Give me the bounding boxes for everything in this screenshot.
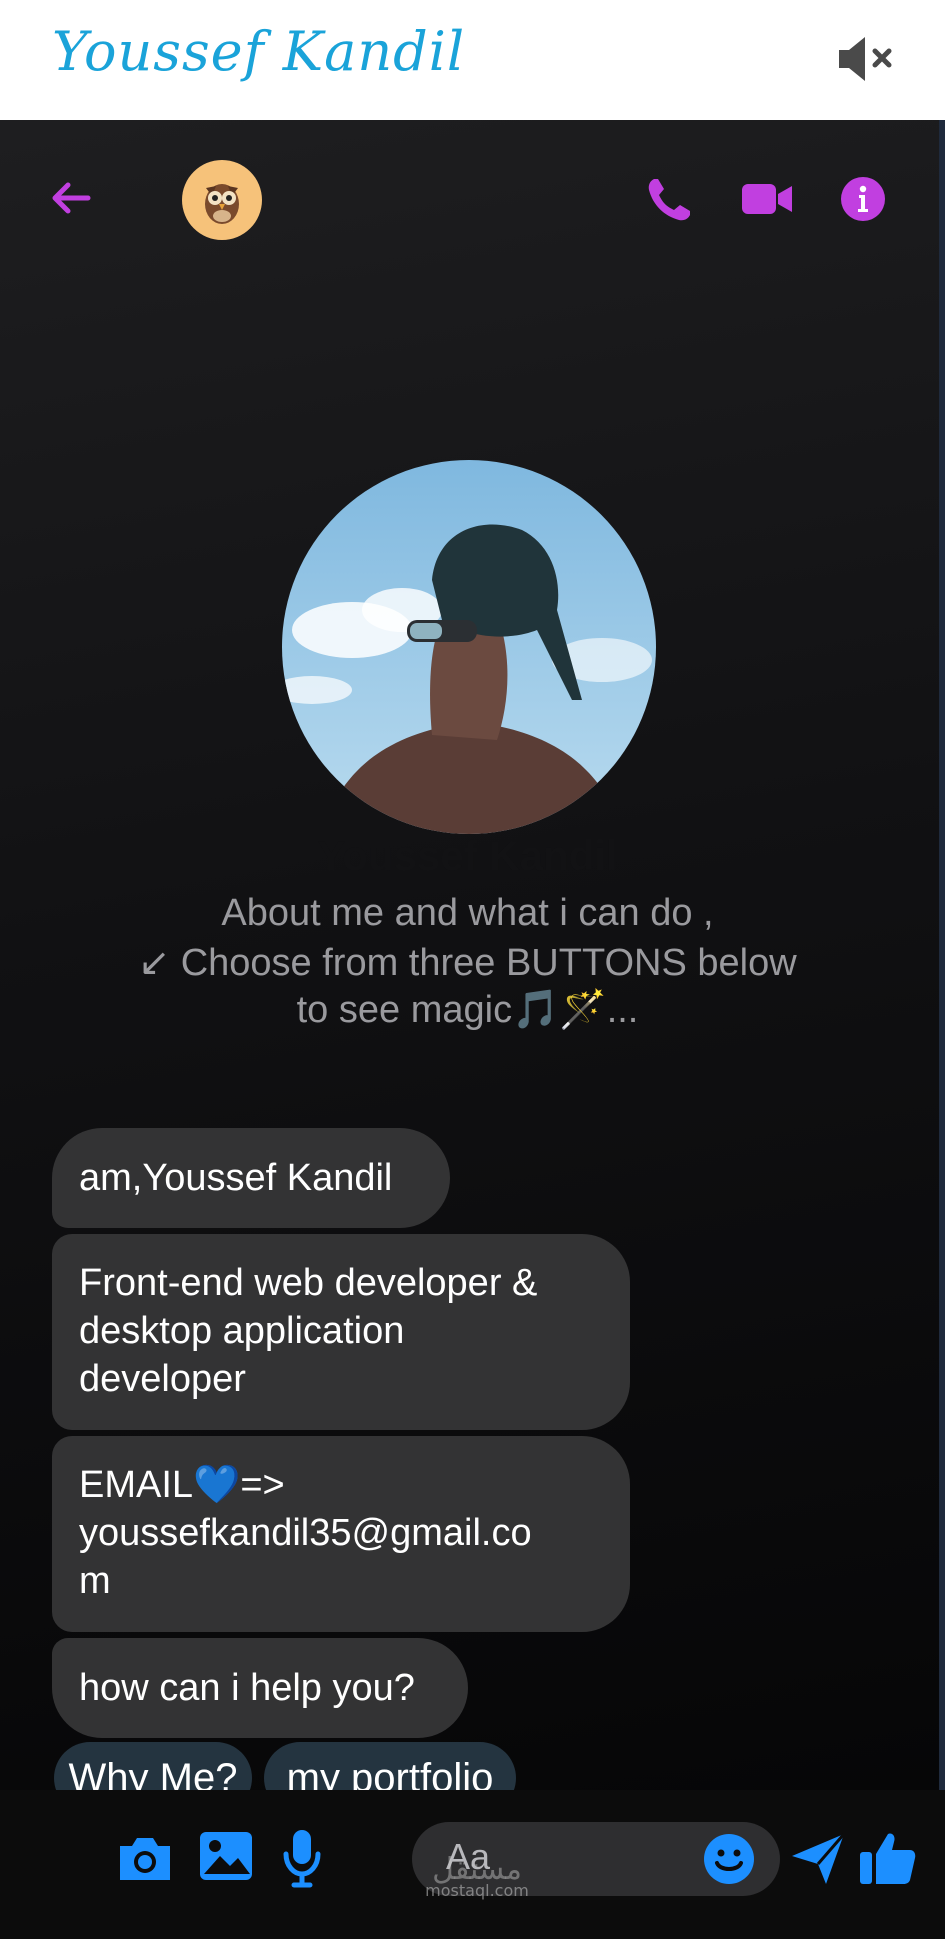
message-text: Front-end web developer &	[79, 1262, 538, 1304]
message-bubble: EMAIL💙=> youssefkandil35@gmail.co m	[52, 1436, 630, 1632]
thumbs-up-icon[interactable]	[858, 1830, 918, 1886]
owl-avatar[interactable]	[182, 160, 262, 240]
intro-line: to see magic🎵🪄...	[296, 989, 639, 1031]
intro-line: ↙ Choose from three BUTTONS below	[138, 942, 797, 984]
top-bar: Youssef Kandil	[0, 0, 945, 120]
message-text: youssefkandil35@gmail.co	[79, 1512, 532, 1554]
message-text: desktop application	[79, 1310, 405, 1352]
message-text: developer	[79, 1358, 246, 1400]
message-text: EMAIL💙=>	[79, 1464, 285, 1506]
camera-icon[interactable]	[116, 1834, 174, 1884]
window-edge	[939, 120, 945, 1939]
watermark-url: mostaql.com	[425, 1881, 529, 1900]
microphone-icon[interactable]	[282, 1828, 322, 1888]
intro-line: About me and what i can do ,	[221, 892, 714, 934]
message-text: m	[79, 1560, 111, 1602]
message-bubble: Front-end web developer & desktop applic…	[52, 1234, 630, 1430]
message-text: am,Youssef Kandil	[79, 1157, 393, 1199]
message-text: how can i help you?	[79, 1667, 415, 1709]
message-bubble: am,Youssef Kandil	[52, 1128, 450, 1228]
info-icon[interactable]	[840, 176, 886, 222]
speaker-muted-icon[interactable]	[835, 33, 899, 85]
brand-title: Youssef Kandil	[52, 20, 466, 83]
profile-photo	[282, 460, 656, 834]
profile-name: Youssef Kandil	[317, 832, 618, 879]
send-icon[interactable]	[790, 1830, 846, 1886]
arrow-left-icon[interactable]	[48, 175, 94, 221]
phone-icon[interactable]	[644, 175, 694, 225]
message-bubble: how can i help you?	[52, 1638, 468, 1738]
watermark: مستقل mostaql.com	[412, 1852, 542, 1900]
video-camera-icon[interactable]	[740, 178, 794, 220]
emoji-icon[interactable]	[702, 1832, 756, 1886]
image-gallery-icon[interactable]	[198, 1830, 254, 1882]
